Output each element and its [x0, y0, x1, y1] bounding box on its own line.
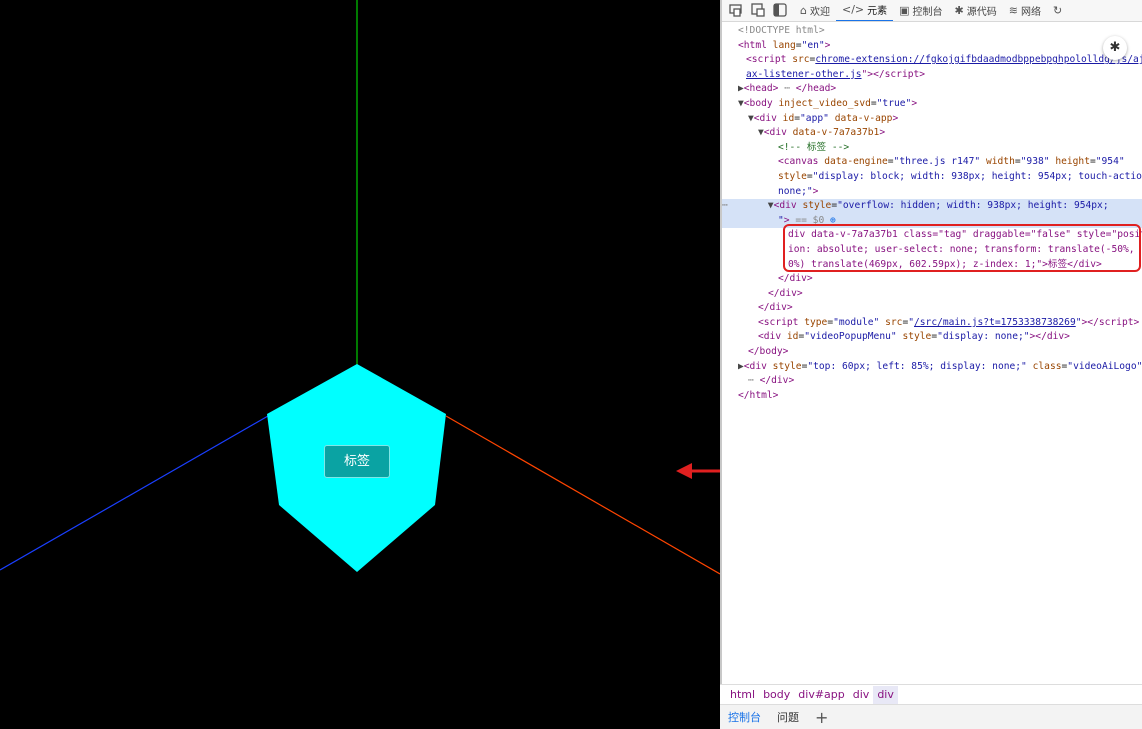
dom-line[interactable]: ax-listener-other.js"></script>	[722, 68, 1142, 83]
z-axis-line	[0, 415, 269, 571]
wifi-icon: ≋	[1008, 4, 1018, 17]
breadcrumb-div-app[interactable]: div#app	[794, 686, 848, 704]
breadcrumb: html body div#app div div	[720, 684, 1142, 704]
drawer-tabs: 控制台 问题 +	[720, 704, 1142, 729]
dom-line[interactable]: <!DOCTYPE html>	[722, 24, 1142, 39]
dom-line[interactable]: <script src=chrome-extension://fgkojgifb…	[722, 53, 1142, 68]
attr-name: inject_video_svd	[778, 97, 871, 109]
dom-line[interactable]: style="display: block; width: 938px; hei…	[722, 170, 1142, 185]
attr-value: "overflow: hidden; width: 938px; height:…	[837, 200, 1109, 212]
scene-svg	[0, 0, 720, 575]
breadcrumb-div-selected[interactable]: div	[873, 685, 898, 704]
bug-icon: ✱	[954, 4, 964, 17]
three-canvas-viewport[interactable]: 标签	[0, 0, 720, 729]
dom-line[interactable]: </body>	[722, 345, 1142, 360]
tab-elements-label: 元素	[867, 6, 888, 17]
head-tag: <head>	[743, 83, 779, 95]
inspect-element-icon[interactable]	[750, 2, 768, 20]
console-icon: ▣	[899, 4, 910, 17]
device-emulation-icon[interactable]	[728, 2, 746, 20]
attr-value: "top: 60px; left: 85%; display: none;"	[807, 360, 1027, 372]
breadcrumb-html[interactable]: html	[726, 686, 759, 704]
dom-line[interactable]: ▼<div data-v-7a7a37b1>	[722, 126, 1142, 141]
html-tag: <html	[738, 39, 767, 51]
dom-line[interactable]: <div id="videoPopupMenu" style="display:…	[722, 330, 1142, 345]
attr-value: "en"	[801, 39, 825, 51]
attr-value: "display: none;"	[937, 331, 1030, 343]
attr-value: "938"	[1020, 156, 1050, 168]
ellipsis-icon[interactable]: ⋯	[778, 83, 795, 94]
tab-sources[interactable]: ✱ 源代码	[949, 0, 1003, 21]
script-main-link[interactable]: /src/main.js?t=1753338738269	[914, 317, 1076, 328]
head-close-tag: </head>	[795, 83, 837, 95]
dom-line[interactable]: <canvas data-engine="three.js r147" widt…	[722, 155, 1142, 170]
dom-line[interactable]: </div>	[722, 301, 1142, 316]
more-options-icon[interactable]: ⋯	[722, 200, 728, 211]
dom-line[interactable]: none;">	[722, 185, 1142, 200]
dom-line[interactable]: ▼<body inject_video_svd="true">	[722, 97, 1142, 112]
add-tab-icon[interactable]: +	[815, 708, 828, 727]
breadcrumb-div[interactable]: div	[849, 686, 874, 704]
dom-line[interactable]: ⋯ </div>	[722, 374, 1142, 389]
dock-side-icon[interactable]	[772, 2, 790, 20]
dom-line[interactable]: <html lang="en">	[722, 39, 1142, 54]
dom-line[interactable]: </div>	[722, 287, 1142, 302]
tab-elements[interactable]: </> 元素	[835, 0, 894, 21]
dom-line[interactable]: <!-- 标签 -->	[722, 141, 1142, 156]
drawer-tab-issues[interactable]: 问题	[777, 709, 799, 725]
attr-value: "display: block; width: 938px; height: 9…	[812, 170, 1142, 182]
code-icon: </>	[841, 3, 865, 16]
attr-value: none;"	[778, 185, 813, 197]
attr-value: "three.js r147"	[893, 156, 981, 168]
dom-tree: <!DOCTYPE html> <html lang="en"> <script…	[722, 24, 1142, 684]
tab-welcome-label: 欢迎	[809, 7, 830, 18]
dom-line[interactable]: ▶<div style="top: 60px; left: 85%; displ…	[722, 360, 1142, 375]
attr-name: data-v-app	[834, 112, 893, 124]
ellipsis-icon[interactable]: ⋯	[748, 375, 760, 386]
dom-line[interactable]: ▼<div id="app" data-v-app>	[722, 112, 1142, 127]
attr-value: "954"	[1095, 156, 1125, 168]
tab-welcome[interactable]: ⌂ 欢迎	[794, 0, 836, 21]
breadcrumb-body[interactable]: body	[759, 686, 794, 704]
tab-console[interactable]: ▣ 控制台	[893, 0, 948, 21]
script-src-link[interactable]: chrome-extension://fgkojgifbdaadmodbppeb…	[815, 54, 1142, 65]
highlight-annotation	[783, 224, 1141, 272]
x-axis-line	[445, 415, 720, 575]
dom-line-selected[interactable]: ⋯ ▼<div style="overflow: hidden; width: 9…	[722, 199, 1142, 214]
dom-line[interactable]: </html>	[722, 389, 1142, 404]
attr-value: "app"	[800, 112, 829, 124]
tag-label[interactable]: 标签	[324, 445, 390, 478]
html-comment: <!-- 标签 -->	[778, 141, 850, 153]
body-tag: <body	[743, 97, 773, 109]
tab-console-label: 控制台	[912, 7, 943, 18]
script-src-link-cont[interactable]: ax-listener-other.js	[746, 69, 862, 80]
dom-line[interactable]: </div>	[722, 272, 1142, 287]
more-tools-icon[interactable]: ↻	[1047, 0, 1071, 21]
attr-value: "videoAiLogo"	[1067, 360, 1142, 372]
attr-value: "true"	[876, 97, 912, 109]
dom-line[interactable]: ▶<head> ⋯ </head>	[722, 82, 1142, 97]
attr-name: data-v-7a7a37b1	[792, 127, 880, 139]
tab-network-label: 网络	[1020, 7, 1041, 18]
accessibility-icon[interactable]: ✱	[1103, 36, 1127, 60]
attr-value: "videoPopupMenu"	[804, 331, 897, 343]
doctype: <!DOCTYPE html>	[738, 25, 825, 36]
tab-network[interactable]: ≋ 网络	[1003, 0, 1047, 21]
dom-line[interactable]: <script type="module" src="/src/main.js?…	[722, 316, 1142, 331]
home-icon: ⌂	[800, 4, 807, 17]
tab-sources-label: 源代码	[966, 7, 997, 18]
devtools-panel: ⌂ 欢迎 </> 元素 ▣ 控制台 ✱ 源代码 ≋ 网络 ↻ <!DOCTYPE html…	[720, 0, 1142, 729]
devtools-toolbar: ⌂ 欢迎 </> 元素 ▣ 控制台 ✱ 源代码 ≋ 网络 ↻	[722, 0, 1142, 22]
attr-name: lang	[772, 39, 796, 51]
drawer-tab-console[interactable]: 控制台	[728, 709, 761, 725]
